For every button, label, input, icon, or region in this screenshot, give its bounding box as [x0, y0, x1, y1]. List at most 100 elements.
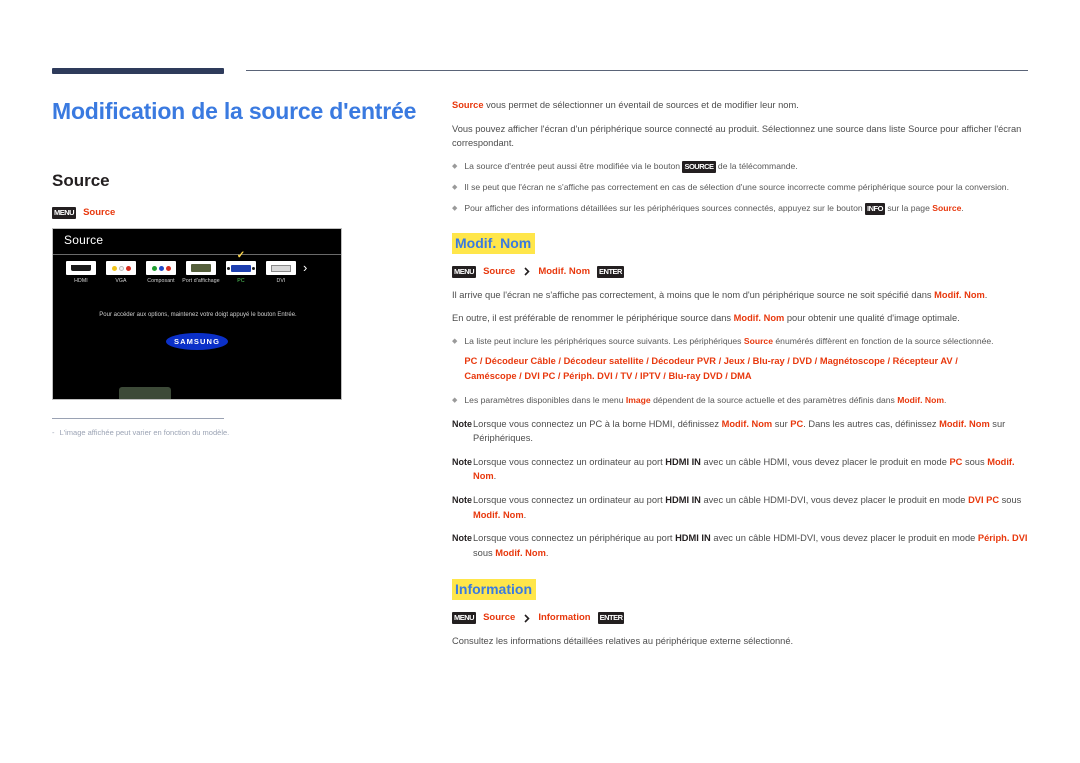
- mn-p1-a: Il arrive que l'écran ne s'affiche pas c…: [452, 289, 935, 300]
- note-text: Lorsque vous connectez un ordinateur au …: [473, 455, 1030, 484]
- dev-pre: La liste peut inclure les périphériques …: [464, 335, 744, 346]
- n3-g: .: [545, 547, 549, 558]
- nav-path-item-source: Source: [483, 265, 516, 277]
- n0-a: Lorsque vous connectez un PC à la borne …: [473, 418, 722, 429]
- bullet-text: La liste peut inclure les périphériques …: [464, 335, 1030, 384]
- menu-key-badge: MENU: [52, 207, 77, 219]
- footnote-rule: [52, 418, 224, 419]
- n1-e: sous: [962, 456, 988, 467]
- n1-g: .: [493, 471, 497, 482]
- img-mid: Image: [625, 394, 651, 405]
- note-item: Note Lorsque vous connectez un périphéri…: [452, 531, 1030, 560]
- bullet-item: ◆ Les paramètres disponibles dans le men…: [452, 394, 1030, 408]
- section-heading-modif-nom: Modif. Nom: [452, 232, 536, 254]
- rca-av-icon: [106, 261, 136, 275]
- img-pre: Les paramètres disponibles dans le menu: [464, 394, 626, 405]
- source-item-displayport[interactable]: Port d'affichage: [181, 261, 221, 284]
- intro-rest: vous permet de sélectionner un éventail …: [486, 100, 799, 110]
- nav-path-item-source: Source: [483, 612, 516, 624]
- n0-c: sur: [772, 418, 791, 429]
- tv-panel-title: Source: [64, 233, 104, 247]
- source-label-displayport: Port d'affichage: [182, 278, 220, 284]
- note-text: Lorsque vous connectez un périphérique a…: [473, 531, 1030, 560]
- n2-c: avec un câble HDMI-DVI, vous devez place…: [700, 494, 969, 505]
- menu-key-badge: MENU: [452, 265, 477, 278]
- source-label-composant: Composant: [147, 278, 175, 284]
- n0-e: . Dans les autres cas, définissez: [803, 418, 940, 429]
- dev-post: énumérés diffèrent en fonction de la sou…: [773, 335, 994, 346]
- chevron-right-icon[interactable]: ›: [303, 261, 307, 275]
- lead-paragraph: Vous pouvez afficher l'écran d'un périph…: [452, 123, 1022, 149]
- bullet-dot-icon: ◆: [452, 162, 458, 170]
- note-item: Note Lorsque vous connectez un PC à la b…: [452, 417, 1030, 446]
- n2-a: Lorsque vous connectez un ordinateur au …: [473, 494, 666, 505]
- n2-f: Modif. Nom: [473, 509, 524, 520]
- section-modif-nom: Modif. Nom: [452, 232, 1030, 254]
- note-text: Lorsque vous connectez un ordinateur au …: [473, 493, 1030, 522]
- bullet-text-pre: Pour afficher des informations détaillée…: [464, 202, 866, 213]
- source-label-pc: PC: [237, 278, 245, 284]
- chevron-right-icon: [522, 614, 531, 623]
- modif-nom-bullet-list: ◆ La liste peut inclure les périphérique…: [452, 335, 1030, 408]
- mn-p2-a: En outre, il est préférable de renommer …: [452, 313, 734, 324]
- mn-p2-c: pour obtenir une qualité d'image optimal…: [784, 313, 960, 324]
- footnote: - L'image affichée peut varier en foncti…: [52, 427, 382, 439]
- n0-d: PC: [790, 418, 804, 429]
- chevron-right-icon: [522, 267, 531, 276]
- section-information: Information: [452, 579, 1030, 601]
- dvi-port-icon: [266, 261, 296, 275]
- nav-path-item-source: Source: [83, 207, 116, 218]
- footnote-text: L'image affichée peut varier en fonction…: [59, 428, 230, 437]
- bullet-text-end: .: [961, 202, 964, 213]
- bullet-text: Pour afficher des informations détaillée…: [464, 202, 1030, 216]
- displayport-icon: [186, 261, 216, 275]
- samsung-logo: SAMSUNG: [166, 333, 228, 350]
- source-label-dvi: DVI: [276, 278, 286, 284]
- n2-d: DVI PC: [968, 494, 1000, 505]
- source-key-badge: SOURCE: [682, 160, 716, 173]
- left-column: Modification de la source d'entrée Sourc…: [52, 96, 417, 220]
- source-label-hdmi: HDMI: [74, 278, 88, 284]
- source-item-vga[interactable]: VGA: [101, 261, 141, 284]
- bullet-term-source: Source: [932, 202, 962, 213]
- page-title: Modification de la source d'entrée: [52, 98, 417, 124]
- n0-b: Modif. Nom: [721, 418, 773, 429]
- source-item-hdmi[interactable]: HDMI: [61, 261, 101, 284]
- header-rule-thick: [52, 68, 224, 74]
- bullet-dot-icon: ◆: [452, 183, 458, 191]
- bullet-dot-icon: ◆: [452, 396, 458, 404]
- note-marker: Note: [452, 418, 472, 429]
- n3-e: sous: [473, 547, 496, 558]
- manual-page: Modification de la source d'entrée Sourc…: [0, 0, 1080, 763]
- nav-path-information: MENU Source Information ENTER: [452, 611, 1030, 625]
- section-title-source: Source: [52, 171, 110, 190]
- note-item: Note Lorsque vous connectez un ordinateu…: [452, 493, 1030, 522]
- bullet-text: Il se peut que l'écran ne s'affiche pas …: [464, 181, 1009, 192]
- n3-c: avec un câble HDMI-DVI, vous devez place…: [710, 533, 978, 544]
- bullet-dot-icon: ◆: [452, 204, 458, 212]
- n2-e: sous: [999, 494, 1022, 505]
- source-item-dvi[interactable]: DVI: [261, 261, 301, 284]
- source-item-pc[interactable]: ✓ PC: [221, 251, 261, 284]
- header-rule-thin: [246, 70, 1028, 71]
- modif-nom-paragraph-1: Il arrive que l'écran ne s'affiche pas c…: [452, 288, 1030, 303]
- section-heading-information: Information: [452, 579, 536, 601]
- n1-b: HDMI IN: [665, 456, 701, 467]
- img-post: dépendent de la source actuelle et des p…: [650, 394, 898, 405]
- selected-check-icon: ✓: [236, 250, 246, 261]
- note-text: Lorsque vous connectez un PC à la borne …: [473, 417, 1030, 446]
- bullet-dot-icon: ◆: [452, 337, 458, 345]
- source-item-composant[interactable]: Composant: [141, 261, 181, 284]
- nav-path-modif-nom: MENU Source Modif. Nom ENTER: [452, 265, 1030, 279]
- right-column: Source vous permet de sélectionner un év…: [452, 98, 1030, 649]
- hdmi-port-icon: [66, 261, 96, 275]
- n0-f: Modif. Nom: [939, 418, 990, 429]
- menu-key-badge: MENU: [452, 612, 477, 625]
- vga-dsub-icon: [226, 261, 256, 275]
- bullet-text-post: de la télécommande.: [715, 160, 798, 171]
- n2-g: .: [523, 509, 527, 520]
- img-term: Modif. Nom: [897, 394, 944, 405]
- bullet-text: La source d'entrée peut aussi être modif…: [464, 160, 1030, 174]
- bullet-text-post: sur la page: [884, 202, 933, 213]
- dev-term: Source: [743, 335, 773, 346]
